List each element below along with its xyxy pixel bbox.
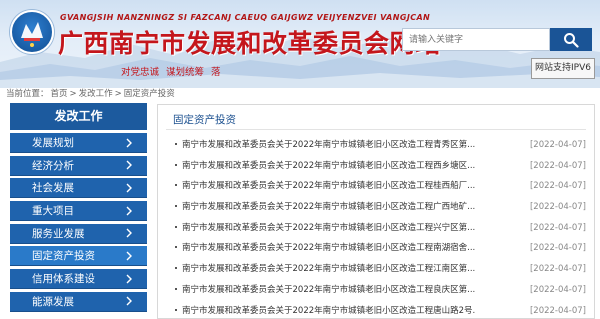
sidebar-item-label: 发展规划 xyxy=(32,137,74,149)
site-pinyin-title: GVANGJSIH NANZNINGZ SI FAZCANJ CAEUQ GAI… xyxy=(60,13,431,22)
article-link[interactable]: 南宁市发展和改革委员会关于2022年南宁市城镇老旧小区改造工程南湖宿舍... xyxy=(182,242,476,254)
chevron-right-icon xyxy=(123,159,135,171)
sidebar-item-label: 固定资产投资 xyxy=(32,250,95,263)
list-item: 南宁市发展和改革委员会关于2022年南宁市城镇老旧小区改造工程南湖宿舍... [… xyxy=(158,238,594,259)
bullet-icon xyxy=(175,205,177,208)
article-link[interactable]: 南宁市发展和改革委员会关于2022年南宁市城镇老旧小区改造工程兴宁区第... xyxy=(182,222,476,234)
site-title[interactable]: 广西南宁市发展和改革委员会网站 xyxy=(58,24,441,60)
chevron-right-icon xyxy=(123,295,135,307)
bullet-icon xyxy=(175,308,177,311)
chevron-right-icon xyxy=(123,182,135,194)
list-item: 南宁市发展和改革委员会关于2022年南宁市城镇老旧小区改造工程江南区第... [… xyxy=(158,259,594,280)
page-title: 固定资产投资 xyxy=(173,114,236,126)
sidebar-item-label: 经济分析 xyxy=(32,159,74,172)
sidebar-item-energy[interactable]: 能源发展 xyxy=(10,291,147,312)
breadcrumb-prefix: 当前位置： xyxy=(6,89,49,99)
search-button[interactable] xyxy=(550,28,592,51)
sidebar-item-credit-system[interactable]: 信用体系建设 xyxy=(10,269,147,290)
list-item: 南宁市发展和改革委员会关于2022年南宁市城镇老旧小区改造工程西乡塘区... [… xyxy=(158,156,594,177)
article-link[interactable]: 南宁市发展和改革委员会关于2022年南宁市城镇老旧小区改造工程江南区第... xyxy=(182,263,476,275)
sidebar-item-economic-analysis[interactable]: 经济分析 xyxy=(10,155,147,176)
article-link[interactable]: 南宁市发展和改革委员会关于2022年南宁市城镇老旧小区改造工程西乡塘区... xyxy=(182,160,476,172)
chevron-right-icon xyxy=(123,273,135,285)
site-slogan: 对党忠诚 谋划统筹 落 xyxy=(121,67,221,78)
article-date: [2022-04-07] xyxy=(529,264,586,275)
article-date: [2022-04-07] xyxy=(529,202,586,213)
sidebar-item-label: 服务业发展 xyxy=(32,227,85,240)
site-logo[interactable] xyxy=(10,10,54,54)
article-date: [2022-04-07] xyxy=(529,140,586,150)
sidebar-item-fixed-asset-investment[interactable]: 固定资产投资 xyxy=(10,246,147,267)
list-item: 南宁市发展和改革委员会关于2022年南宁市城镇老旧小区改造工程广西地矿... [… xyxy=(158,197,594,218)
bullet-icon xyxy=(175,267,177,270)
article-link[interactable]: 南宁市发展和改革委员会关于2022年南宁市城镇老旧小区改造工程唐山路2号... xyxy=(182,305,476,317)
emblem-logo-icon xyxy=(21,22,43,47)
chevron-right-icon xyxy=(123,205,135,217)
sidebar-item-service-industry[interactable]: 服务业发展 xyxy=(10,223,147,244)
breadcrumb-separator: > xyxy=(114,89,122,99)
chevron-right-icon xyxy=(123,137,135,149)
article-date: [2022-04-07] xyxy=(529,305,586,316)
breadcrumb-item-work[interactable]: 发改工作 xyxy=(79,89,113,99)
list-item: 南宁市发展和改革委员会关于2022年南宁市城镇老旧小区改造工程桂西船厂... [… xyxy=(158,176,594,197)
article-date: [2022-04-07] xyxy=(529,243,586,254)
article-link[interactable]: 南宁市发展和改革委员会关于2022年南宁市城镇老旧小区改造工程广西地矿... xyxy=(182,201,476,213)
list-item: 南宁市发展和改革委员会关于2022年南宁市城镇老旧小区改造工程青秀区第... [… xyxy=(158,135,594,156)
list-item: 南宁市发展和改革委员会关于2022年南宁市城镇老旧小区改造工程唐山路2号... … xyxy=(158,301,594,319)
breadcrumb-item-current[interactable]: 固定资产投资 xyxy=(124,89,175,99)
sidebar: 发改工作 发展规划 经济分析 社会发展 重大项目 服务业发展 固定资产投资 信用… xyxy=(10,103,147,319)
bullet-icon xyxy=(175,184,177,187)
breadcrumb-item-home[interactable]: 首页 xyxy=(51,89,68,99)
article-link[interactable]: 南宁市发展和改革委员会关于2022年南宁市城镇老旧小区改造工程青秀区第... xyxy=(182,139,476,151)
ipv6-badge[interactable]: 网站支持IPV6 xyxy=(531,58,595,79)
sidebar-item-social-development[interactable]: 社会发展 xyxy=(10,178,147,199)
article-date: [2022-04-07] xyxy=(529,160,586,171)
main-content: 固定资产投资 南宁市发展和改革委员会关于2022年南宁市城镇老旧小区改造工程青秀… xyxy=(157,104,595,319)
search-icon xyxy=(564,32,579,48)
article-link[interactable]: 南宁市发展和改革委员会关于2022年南宁市城镇老旧小区改造工程良庆区第... xyxy=(182,284,476,296)
sidebar-item-label: 社会发展 xyxy=(32,182,74,195)
chevron-right-icon xyxy=(123,250,135,262)
list-item: 南宁市发展和改革委员会关于2022年南宁市城镇老旧小区改造工程兴宁区第... [… xyxy=(158,218,594,239)
breadcrumb: 当前位置： 首页 > 发改工作 > 固定资产投资 xyxy=(6,88,177,100)
title-divider xyxy=(166,129,586,130)
article-date: [2022-04-07] xyxy=(529,181,586,192)
sidebar-item-planning[interactable]: 发展规划 xyxy=(10,133,147,153)
search-input[interactable] xyxy=(402,28,550,51)
bullet-icon xyxy=(175,163,177,166)
bullet-icon xyxy=(175,143,177,145)
sidebar-menu: 发展规划 经济分析 社会发展 重大项目 服务业发展 固定资产投资 信用体系建设 xyxy=(10,133,147,312)
sidebar-item-label: 信用体系建设 xyxy=(32,273,95,286)
bullet-icon xyxy=(175,246,177,249)
article-date: [2022-04-07] xyxy=(529,222,586,233)
chevron-right-icon xyxy=(123,227,135,239)
sidebar-title: 发改工作 xyxy=(10,103,147,130)
breadcrumb-separator: > xyxy=(69,89,77,99)
list-item: 南宁市发展和改革委员会关于2022年南宁市城镇老旧小区改造工程良庆区第... [… xyxy=(158,280,594,301)
sidebar-item-major-projects[interactable]: 重大项目 xyxy=(10,201,147,222)
article-list: 南宁市发展和改革委员会关于2022年南宁市城镇老旧小区改造工程青秀区第... [… xyxy=(158,135,594,319)
article-date: [2022-04-07] xyxy=(529,284,586,295)
sidebar-item-label: 重大项目 xyxy=(32,205,74,218)
site-header: GVANGJSIH NANZNINGZ SI FAZCANJ CAEUQ GAI… xyxy=(0,0,600,88)
bullet-icon xyxy=(175,225,177,228)
article-link[interactable]: 南宁市发展和改革委员会关于2022年南宁市城镇老旧小区改造工程桂西船厂... xyxy=(182,180,476,192)
bullet-icon xyxy=(175,287,177,290)
sidebar-item-label: 能源发展 xyxy=(32,295,74,308)
